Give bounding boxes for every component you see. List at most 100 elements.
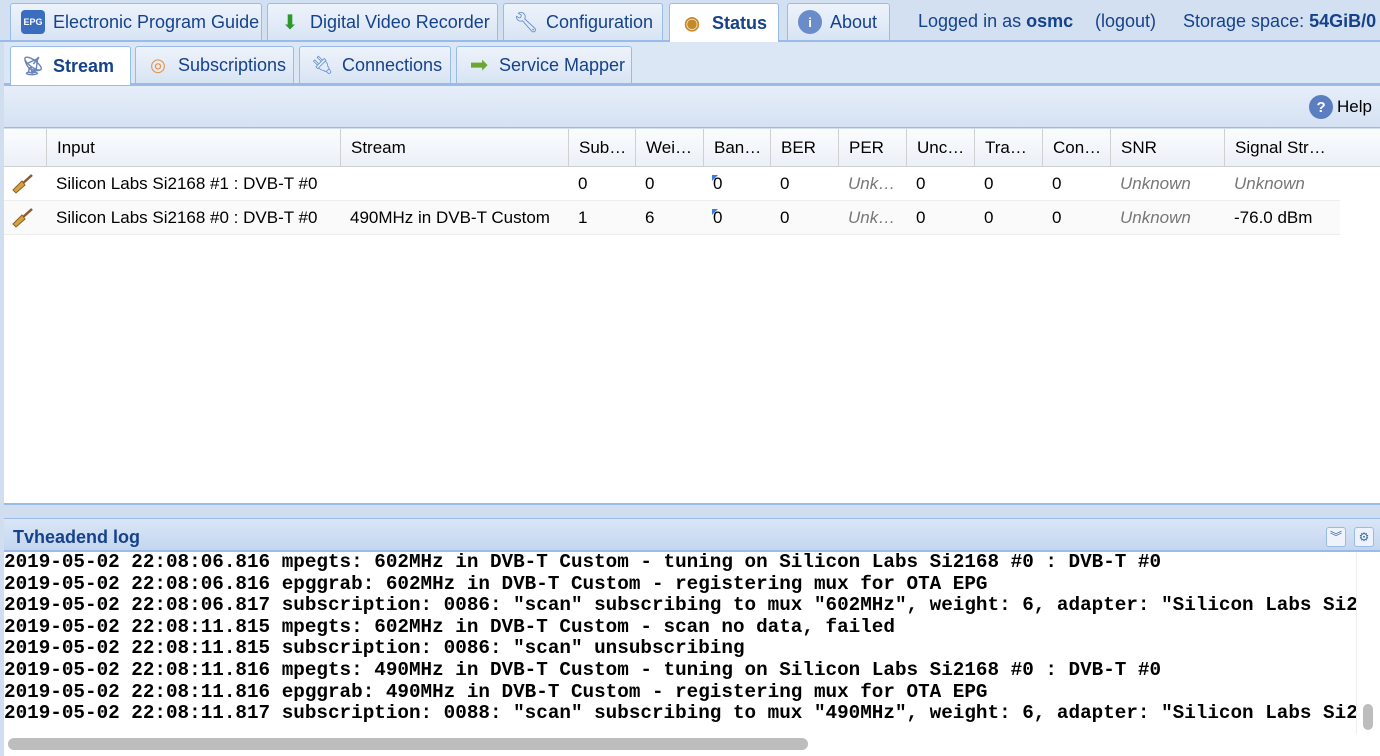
table-cell — [340, 167, 568, 201]
column-header[interactable]: Con… — [1042, 129, 1110, 167]
log-horizontal-scrollbar[interactable] — [4, 734, 1380, 756]
table-cell: 0 — [578, 174, 588, 193]
column-header[interactable]: Signal Str… — [1224, 129, 1340, 167]
grid-toolbar: ? Help — [4, 86, 1380, 128]
epg-icon: EPG — [21, 10, 45, 34]
log-line: 2019-05-02 22:08:11.817 subscription: 00… — [4, 702, 1356, 725]
dvr-download-icon: ⬇ — [281, 11, 299, 34]
log-body: 2019-05-02 22:08:06.816 mpegts: 602MHz i… — [4, 552, 1356, 734]
tab-label: Stream — [53, 55, 115, 76]
table-cell: Silicon Labs Si2168 #0 : DVB-T #0 — [56, 208, 318, 227]
log-line: 2019-05-02 22:08:11.816 mpegts: 490MHz i… — [4, 658, 1162, 681]
storage-space: Storage space: 54GiB/0 — [1183, 11, 1376, 32]
table-cell: 6 — [645, 208, 655, 227]
table-cell: 0 — [780, 174, 790, 193]
gear-icon[interactable]: ⚙ — [1354, 527, 1374, 547]
subscriptions-icon: ◎ — [150, 54, 166, 75]
tab-configuration[interactable]: 🔧︎ Configuration — [503, 3, 663, 40]
tab-label: Service Mapper — [499, 54, 626, 75]
table-cell: Unknown — [1120, 208, 1191, 227]
tab-label: About — [830, 11, 878, 32]
table-cell: 0 — [916, 174, 926, 193]
table-cell: 0 — [703, 167, 770, 201]
log-line: 2019-05-02 22:08:06.816 epggrab: 602MHz … — [4, 572, 988, 595]
log-title: Tvheadend log — [13, 527, 141, 547]
status-sub-tab-bar: 📡︎ Stream ◎ Subscriptions 🔌︎ Connections ➡ S… — [4, 42, 1380, 86]
scroll-thumb[interactable] — [8, 738, 808, 750]
clear-stats-icon[interactable] — [10, 207, 34, 229]
clear-stats-icon[interactable] — [10, 173, 34, 195]
tab-label: Connections — [342, 54, 443, 75]
table-cell: -76.0 dBm — [1234, 208, 1313, 227]
header-action-column — [4, 129, 46, 167]
tab-service-mapper[interactable]: ➡ Service Mapper — [456, 46, 632, 83]
tab-connections[interactable]: 🔌︎ Connections — [299, 46, 451, 83]
tab-label: Electronic Program Guide — [53, 11, 260, 32]
table-cell: 0 — [1052, 174, 1062, 193]
table-cell: Unknown — [1234, 174, 1305, 193]
table-cell: 1 — [578, 208, 588, 227]
logged-in-text: Logged in as osmc — [918, 11, 1073, 32]
column-header[interactable]: Tra… — [974, 129, 1042, 167]
table-cell: 0 — [984, 174, 994, 193]
table-cell: Unk… — [848, 174, 896, 193]
log-line: 2019-05-02 22:08:11.816 epggrab: 490MHz … — [4, 680, 988, 703]
collapse-icon[interactable]: ︾ — [1326, 527, 1346, 547]
column-header[interactable]: Wei… — [635, 129, 703, 167]
help-label: Help — [1337, 97, 1372, 116]
log-vertical-scrollbar[interactable] — [1356, 552, 1380, 734]
tab-subscriptions[interactable]: ◎ Subscriptions — [135, 46, 294, 83]
log-line: 2019-05-02 22:08:06.817 subscription: 00… — [4, 594, 1356, 617]
table-cell: Silicon Labs Si2168 #1 : DVB-T #0 — [56, 174, 318, 193]
username: osmc — [1026, 11, 1074, 31]
logged-in-prefix: Logged in as — [918, 11, 1022, 31]
table-row[interactable]: Silicon Labs Si2168 #0 : DVB-T #0 490MHz … — [4, 201, 1340, 235]
tab-dvr[interactable]: ⬇ Digital Video Recorder — [267, 3, 498, 40]
table-cell: Unknown — [1120, 174, 1191, 193]
log-line: 2019-05-02 22:08:11.815 subscription: 00… — [4, 637, 745, 660]
main-tab-bar: EPG Electronic Program Guide ⬇ Digital Vid… — [0, 0, 1380, 42]
table-cell: 0 — [645, 174, 655, 193]
log-line: 2019-05-02 22:08:11.815 mpegts: 602MHz i… — [4, 615, 895, 638]
eye-icon: ◉ — [684, 12, 700, 33]
table-cell: 0 — [984, 208, 994, 227]
column-header[interactable]: Stream — [340, 129, 568, 167]
tab-label: Status — [712, 12, 768, 33]
tab-label: Subscriptions — [178, 54, 287, 75]
column-header[interactable]: BER — [770, 129, 838, 167]
table-cell: Unk… — [848, 208, 896, 227]
help-button[interactable]: ? Help — [1309, 95, 1372, 119]
tab-stream[interactable]: 📡︎ Stream — [10, 46, 131, 85]
help-icon: ? — [1309, 95, 1334, 119]
table-cell: 0 — [780, 208, 790, 227]
stream-grid: Input Stream Sub… Wei… Ban… BER PER Unc… Tra… Con… — [4, 129, 1380, 505]
column-header[interactable]: Unc… — [906, 129, 974, 167]
column-header[interactable]: PER — [838, 129, 906, 167]
arrow-right-icon: ➡ — [469, 52, 489, 77]
tab-about[interactable]: i About — [787, 3, 890, 40]
wrench-icon: 🔧︎ — [513, 11, 539, 34]
table-cell: 490MHz in DVB-T Custom — [350, 208, 550, 227]
log-panel-header: Tvheadend log ︾ ⚙ — [4, 518, 1380, 552]
tab-label: Configuration — [546, 11, 654, 32]
tab-status[interactable]: ◉ Status — [669, 3, 779, 42]
column-header[interactable]: Input — [46, 129, 340, 167]
tab-label: Digital Video Recorder — [310, 11, 490, 32]
logout-link[interactable]: (logout) — [1095, 11, 1156, 32]
info-icon: i — [798, 10, 822, 34]
storage-label: Storage space: — [1183, 11, 1305, 31]
storage-value: 54GiB/0 — [1309, 11, 1377, 31]
table-cell: 0 — [1052, 208, 1062, 227]
log-line: 2019-05-02 22:08:06.816 mpegts: 602MHz i… — [4, 552, 1162, 573]
column-header[interactable]: SNR — [1110, 129, 1224, 167]
scroll-thumb[interactable] — [1363, 704, 1373, 730]
tab-epg[interactable]: EPG Electronic Program Guide — [10, 3, 262, 40]
antenna-icon: 📡︎ — [21, 55, 45, 76]
table-cell: 0 — [703, 201, 770, 235]
plug-icon: 🔌︎ — [310, 54, 334, 75]
grid-header: Input Stream Sub… Wei… Ban… BER PER Unc… Tra… Con… — [4, 129, 1380, 167]
table-cell: 0 — [916, 208, 926, 227]
column-header[interactable]: Sub… — [568, 129, 635, 167]
table-row[interactable]: Silicon Labs Si2168 #1 : DVB-T #0 0 0 0 0 Unk… — [4, 167, 1340, 201]
column-header[interactable]: Ban… — [703, 129, 770, 167]
